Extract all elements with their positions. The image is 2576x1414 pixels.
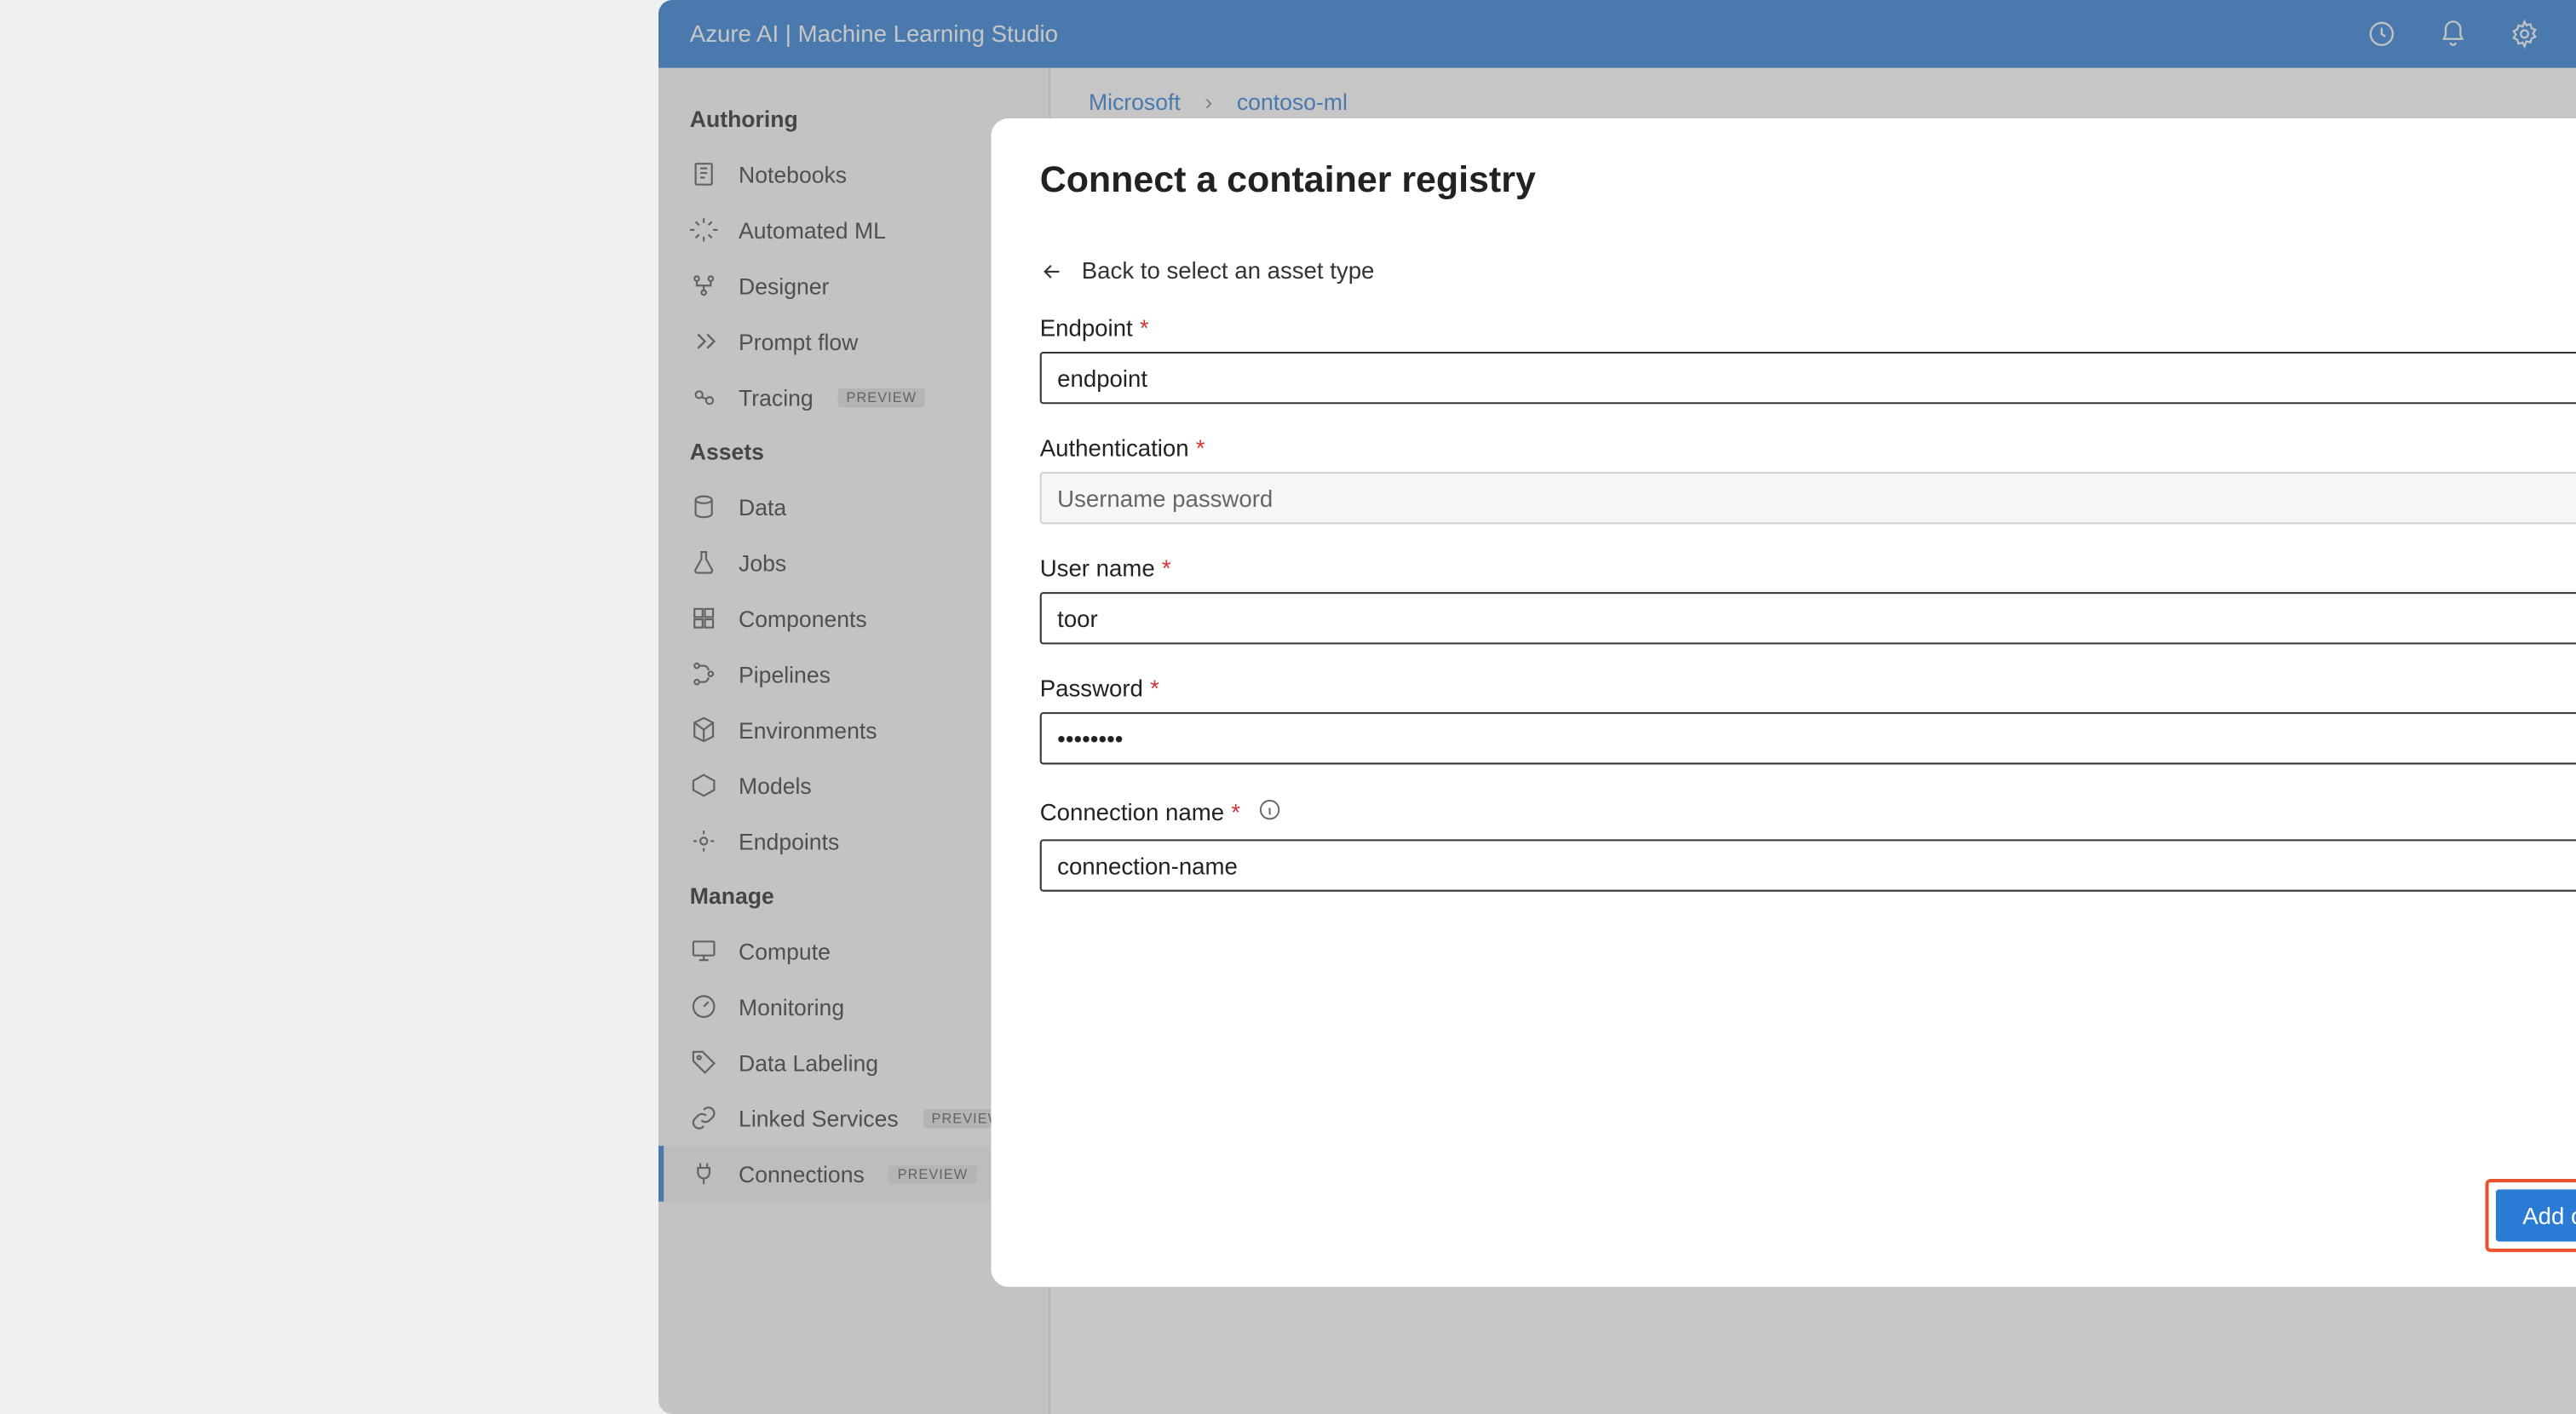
password-input[interactable]	[1040, 712, 2576, 764]
connect-registry-modal: Connect a container registry Back to sel…	[991, 118, 2576, 1287]
required-asterisk: *	[1140, 315, 1149, 342]
info-icon[interactable]	[1257, 797, 1282, 827]
password-label: Password *	[1040, 675, 2576, 702]
endpoint-input[interactable]	[1040, 352, 2576, 404]
required-asterisk: *	[1231, 799, 1240, 825]
annotation-highlight: Add connection	[2486, 1179, 2576, 1252]
endpoint-label: Endpoint *	[1040, 315, 2576, 342]
required-asterisk: *	[1150, 675, 1159, 702]
username-label: User name *	[1040, 555, 2576, 582]
form-group-password: Password *	[1040, 675, 2576, 764]
modal-footer: Add connection Close	[1040, 1179, 2576, 1252]
modal-title: Connect a container registry	[1040, 160, 2576, 202]
back-link[interactable]: Back to select an asset type	[1040, 258, 2576, 285]
authentication-select[interactable]: Username password	[1040, 472, 2576, 524]
form-group-connection-name: Connection name *	[1040, 796, 2576, 891]
username-input[interactable]	[1040, 592, 2576, 644]
required-asterisk: *	[1162, 555, 1171, 582]
add-connection-button[interactable]: Add connection	[2497, 1189, 2576, 1241]
back-link-label: Back to select an asset type	[1082, 258, 1375, 285]
arrow-left-icon	[1040, 259, 1065, 284]
authentication-label: Authentication *	[1040, 435, 2576, 462]
authentication-value: Username password	[1057, 485, 1273, 511]
connection-name-input[interactable]	[1040, 839, 2576, 891]
connection-name-label: Connection name *	[1040, 796, 2576, 829]
form-group-username: User name *	[1040, 555, 2576, 644]
form-group-authentication: Authentication * Username password	[1040, 435, 2576, 524]
form-group-endpoint: Endpoint *	[1040, 315, 2576, 404]
required-asterisk: *	[1196, 435, 1205, 462]
